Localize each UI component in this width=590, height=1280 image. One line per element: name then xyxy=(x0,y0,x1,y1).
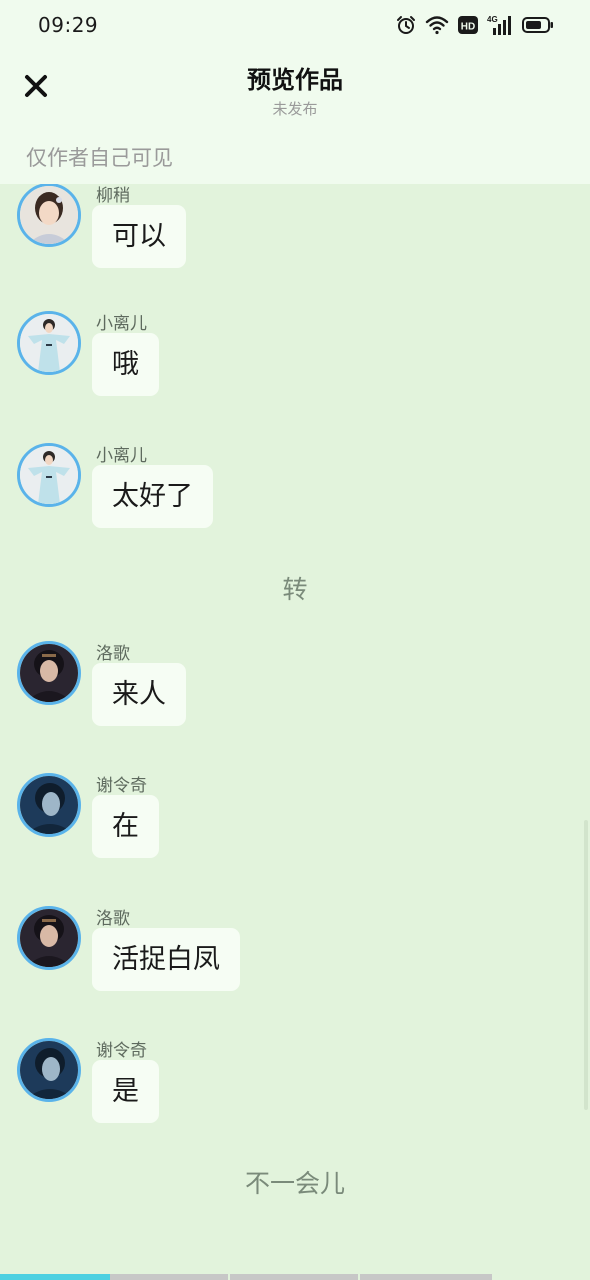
header: 预览作品 未发布 xyxy=(0,52,590,132)
progress-segment xyxy=(360,1274,492,1280)
page-title: 预览作品 xyxy=(247,66,343,94)
battery-icon xyxy=(522,16,554,38)
chat-area[interactable]: 柳稍 可以 小离儿 哦 小离儿 太好了 转 洛歌 来人 谢令奇 在 洛歌 活捉白… xyxy=(0,184,590,1274)
svg-text:HD: HD xyxy=(461,22,475,33)
hd-icon: HD xyxy=(458,15,478,39)
narration-text: 转 xyxy=(282,575,308,604)
message-bubble[interactable]: 是 xyxy=(92,1060,159,1123)
avatar[interactable] xyxy=(17,311,81,375)
wifi-icon xyxy=(425,15,449,39)
avatar[interactable] xyxy=(17,773,81,837)
sender-name: 小离儿 xyxy=(96,314,147,334)
status-icons: HD 4G xyxy=(396,14,554,40)
sender-name: 谢令奇 xyxy=(96,776,147,796)
avatar[interactable] xyxy=(17,1038,81,1102)
scrollbar-thumb[interactable] xyxy=(584,820,588,1110)
avatar[interactable] xyxy=(17,906,81,970)
progress-segment-active xyxy=(0,1274,110,1280)
svg-text:4G: 4G xyxy=(487,15,498,24)
alarm-icon xyxy=(396,15,416,39)
visibility-bar: 仅作者自己可见 xyxy=(0,132,590,184)
message-bubble[interactable]: 在 xyxy=(92,795,159,858)
message-bubble[interactable]: 活捉白凤 xyxy=(92,928,240,991)
progress-bar xyxy=(0,1274,590,1280)
message-bubble[interactable]: 可以 xyxy=(92,205,186,268)
publish-status: 未发布 xyxy=(272,100,318,118)
sender-name: 柳稍 xyxy=(96,186,130,206)
avatar[interactable] xyxy=(17,443,81,507)
status-time: 09:29 xyxy=(38,13,99,37)
progress-segment xyxy=(230,1274,358,1280)
status-bar: 09:29 HD 4G xyxy=(0,0,590,52)
sender-name: 洛歌 xyxy=(96,644,130,664)
sender-name: 小离儿 xyxy=(96,446,147,466)
avatar[interactable] xyxy=(17,184,81,247)
progress-segment xyxy=(110,1274,228,1280)
message-bubble[interactable]: 哦 xyxy=(92,333,159,396)
sender-name: 谢令奇 xyxy=(96,1041,147,1061)
signal-4g-icon: 4G xyxy=(487,14,513,40)
message-bubble[interactable]: 太好了 xyxy=(92,465,213,528)
avatar[interactable] xyxy=(17,641,81,705)
narration-text: 不一会儿 xyxy=(244,1169,345,1198)
sender-name: 洛歌 xyxy=(96,909,130,929)
visibility-note: 仅作者自己可见 xyxy=(26,146,173,170)
message-bubble[interactable]: 来人 xyxy=(92,663,186,726)
